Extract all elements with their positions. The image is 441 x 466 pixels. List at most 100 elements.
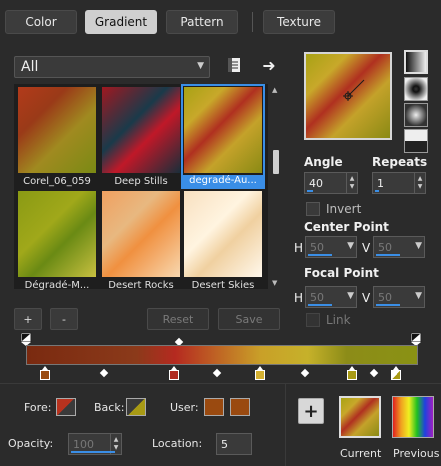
gradient-swatch-deep-stills[interactable] (102, 87, 180, 173)
arrow-right-icon[interactable]: ➜ (260, 56, 278, 75)
user-color-swatch-2[interactable] (230, 398, 250, 416)
repeats-progress (375, 190, 379, 192)
color-midpoint-diamond[interactable] (212, 368, 222, 378)
tab-gradient[interactable]: Gradient (85, 10, 157, 34)
add-gradient-button[interactable]: + (14, 308, 42, 330)
color-stop-4[interactable] (346, 366, 358, 380)
chevron-down-icon[interactable]: ▼ (347, 291, 354, 301)
color-midpoint-diamond[interactable] (300, 368, 310, 378)
focal-h-value: 50 (310, 290, 324, 304)
fore-label: Fore: (24, 401, 52, 414)
link-label: Link (326, 313, 351, 327)
gradient-swatch-corel[interactable] (18, 87, 96, 173)
opacity-stop-start[interactable] (20, 332, 32, 346)
gradient-swatch-degrade-m[interactable] (18, 191, 96, 277)
previous-gradient-swatch[interactable] (392, 396, 434, 438)
chevron-down-icon[interactable]: ▼ (415, 291, 422, 301)
user-label: User: (170, 401, 199, 414)
repeats-value: 1 (377, 176, 384, 190)
focal-h-field[interactable]: 50 ▼ (305, 286, 357, 308)
color-stop-5[interactable] (390, 366, 402, 380)
link-checkbox[interactable] (306, 313, 320, 327)
chevron-down-icon[interactable]: ▼ (415, 241, 422, 251)
angle-progress (307, 190, 313, 192)
tab-pattern[interactable]: Pattern (166, 10, 238, 34)
fore-color-swatch[interactable] (56, 398, 76, 416)
gradient-swatch-degrade-au[interactable] (184, 87, 262, 173)
back-label: Back: (94, 401, 125, 414)
gradient-library-grid: Corel_06_059 Deep Stills degradé-Au... D… (14, 84, 268, 291)
divider (285, 384, 286, 466)
angle-stepper[interactable]: ▲ ▼ (346, 173, 357, 193)
center-h-label: H (294, 241, 304, 255)
linear-style-button[interactable] (404, 50, 428, 74)
sunburst-style-button[interactable] (404, 103, 428, 127)
location-field[interactable]: 5 (216, 433, 252, 455)
angle-label: Angle (304, 155, 343, 169)
opacity-stop-end[interactable] (410, 332, 422, 346)
scrollbar-thumb[interactable] (273, 150, 279, 174)
current-gradient-swatch[interactable] (339, 396, 381, 438)
center-point-label: Center Point (304, 220, 389, 234)
gradient-swatch-label-selected: degradé-Au... (182, 175, 264, 188)
library-file-icon[interactable] (225, 56, 243, 74)
center-v-field[interactable]: 50 ▼ (373, 236, 425, 258)
focal-h-bar (308, 304, 332, 306)
opacity-value: 100 (73, 437, 94, 451)
angle-handle-icon[interactable] (306, 54, 390, 138)
color-stop-3[interactable] (254, 366, 266, 380)
scroll-up-icon[interactable]: ▲ (272, 86, 277, 94)
center-h-field[interactable]: 50 ▼ (305, 236, 357, 258)
tab-color[interactable]: Color (5, 10, 77, 34)
opacity-field[interactable]: 100 ▲ ▼ (68, 433, 122, 455)
chevron-down-icon: ▼ (197, 61, 204, 71)
category-dropdown-value: All (21, 59, 39, 75)
remove-gradient-button[interactable]: - (50, 308, 78, 330)
center-h-bar (308, 254, 332, 256)
tab-bar: Color Gradient Pattern Texture (0, 0, 441, 40)
color-midpoint-diamond[interactable] (99, 368, 109, 378)
reset-button[interactable]: Reset (147, 308, 209, 330)
category-dropdown[interactable]: All ▼ (14, 56, 210, 78)
current-label: Current (340, 447, 382, 460)
focal-v-value: 50 (378, 290, 392, 304)
focal-v-label: V (362, 291, 371, 305)
color-stop-2[interactable] (168, 366, 180, 380)
gradient-preview[interactable] (304, 52, 392, 140)
center-v-value: 50 (378, 240, 392, 254)
rectangular-style-button[interactable] (404, 77, 428, 101)
color-midpoint-diamond[interactable] (369, 368, 379, 378)
previous-label: Previous (393, 447, 440, 460)
invert-checkbox[interactable] (306, 202, 320, 216)
tab-separator (252, 12, 253, 32)
library-scrollbar[interactable]: ▲ ▼ (270, 84, 282, 289)
focal-h-label: H (294, 291, 304, 305)
scroll-down-icon[interactable]: ▼ (272, 279, 277, 287)
opacity-progress (71, 451, 115, 453)
focal-v-bar (376, 304, 400, 306)
gradient-swatch-label: Desert Skies (191, 280, 255, 291)
angle-value: 40 (309, 176, 323, 190)
add-to-library-button[interactable]: + (298, 398, 324, 424)
gradient-swatch-desert-rocks[interactable] (102, 191, 180, 277)
chevron-down-icon[interactable]: ▼ (347, 241, 354, 251)
save-button[interactable]: Save (218, 308, 280, 330)
center-v-label: V (362, 241, 371, 255)
gradient-bar[interactable] (26, 345, 418, 365)
tab-texture[interactable]: Texture (263, 10, 335, 34)
angle-field[interactable]: 40 ▲ ▼ (304, 172, 358, 194)
focal-v-field[interactable]: 50 ▼ (373, 286, 425, 308)
gradient-swatch-label: Deep Stills (114, 176, 168, 187)
invert-label: Invert (326, 202, 362, 216)
radial-style-button[interactable] (404, 129, 428, 153)
repeats-field[interactable]: 1 ▲ ▼ (372, 172, 426, 194)
user-color-swatch-1[interactable] (204, 398, 224, 416)
gradient-swatch-desert-skies[interactable] (184, 191, 262, 277)
center-v-bar (376, 254, 400, 256)
back-color-swatch[interactable] (126, 398, 146, 416)
center-h-value: 50 (310, 240, 324, 254)
gradient-swatch-label: Corel_06_059 (23, 176, 91, 187)
color-stop-1[interactable] (39, 366, 51, 380)
repeats-stepper[interactable]: ▲ ▼ (414, 173, 425, 193)
location-value: 5 (221, 437, 228, 451)
